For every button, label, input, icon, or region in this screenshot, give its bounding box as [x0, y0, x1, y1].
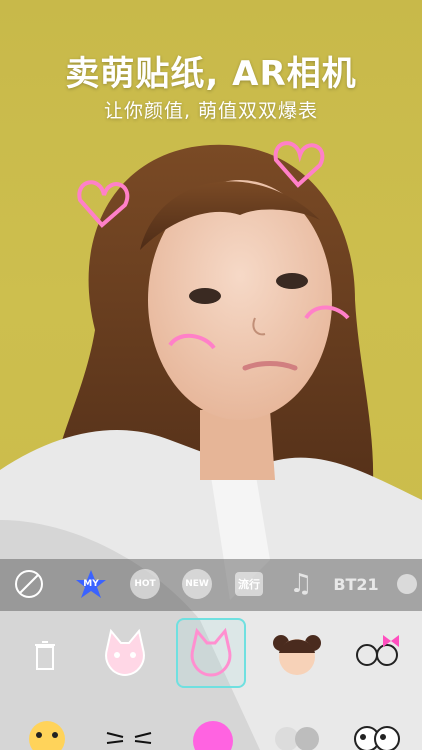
cat-face-icon [105, 628, 145, 677]
category-more[interactable] [390, 567, 422, 601]
category-my-label: MY [83, 579, 99, 589]
sticker-bw-faces[interactable] [264, 704, 330, 750]
ban-icon [15, 570, 43, 598]
bw-faces-icon [275, 727, 319, 750]
whiskers-icon [106, 732, 152, 744]
buns-face-icon [273, 635, 321, 675]
sticker-buns-girl[interactable] [264, 620, 330, 686]
app-screen: { "hero": { "title": "卖萌贴纸, AR相机", "subt… [0, 0, 422, 750]
category-trend[interactable]: 流行 [232, 567, 266, 601]
glitter-cat-icon [190, 627, 232, 677]
giraffe-icon [29, 721, 65, 750]
category-trend-label: 流行 [235, 572, 263, 596]
category-bt21-label: BT21 [333, 574, 379, 594]
sticker-glitter-cat[interactable] [176, 618, 246, 688]
panda-icon [354, 726, 400, 750]
category-bt21[interactable]: BT21 [333, 567, 379, 601]
hero-title: 卖萌贴纸, AR相机 [65, 54, 357, 94]
category-my[interactable]: MY [74, 567, 108, 601]
trash-icon [35, 641, 55, 670]
category-hot[interactable]: HOT [128, 567, 162, 601]
sticker-giraffe[interactable] [14, 704, 80, 750]
sticker-pink-fluffy[interactable] [180, 704, 246, 750]
category-hot-label: HOT [130, 569, 160, 599]
sticker-panda[interactable] [344, 704, 410, 750]
sticker-delete[interactable] [12, 622, 78, 688]
sticker-pink-cat[interactable] [92, 620, 158, 686]
music-note-icon: ♫ [289, 569, 313, 599]
sticker-cat-whiskers[interactable] [96, 704, 162, 750]
category-music[interactable]: ♫ [284, 567, 318, 601]
sticker-glasses-bow[interactable] [344, 620, 410, 686]
no-sticker-button[interactable] [12, 567, 46, 601]
category-new[interactable]: NEW [180, 567, 214, 601]
pink-fluffy-icon [193, 721, 233, 750]
hero-subtitle: 让你颜值, 萌值双双爆表 [103, 100, 319, 122]
flower-icon [397, 574, 417, 594]
glasses-icon [356, 635, 399, 666]
category-new-label: NEW [182, 569, 212, 599]
